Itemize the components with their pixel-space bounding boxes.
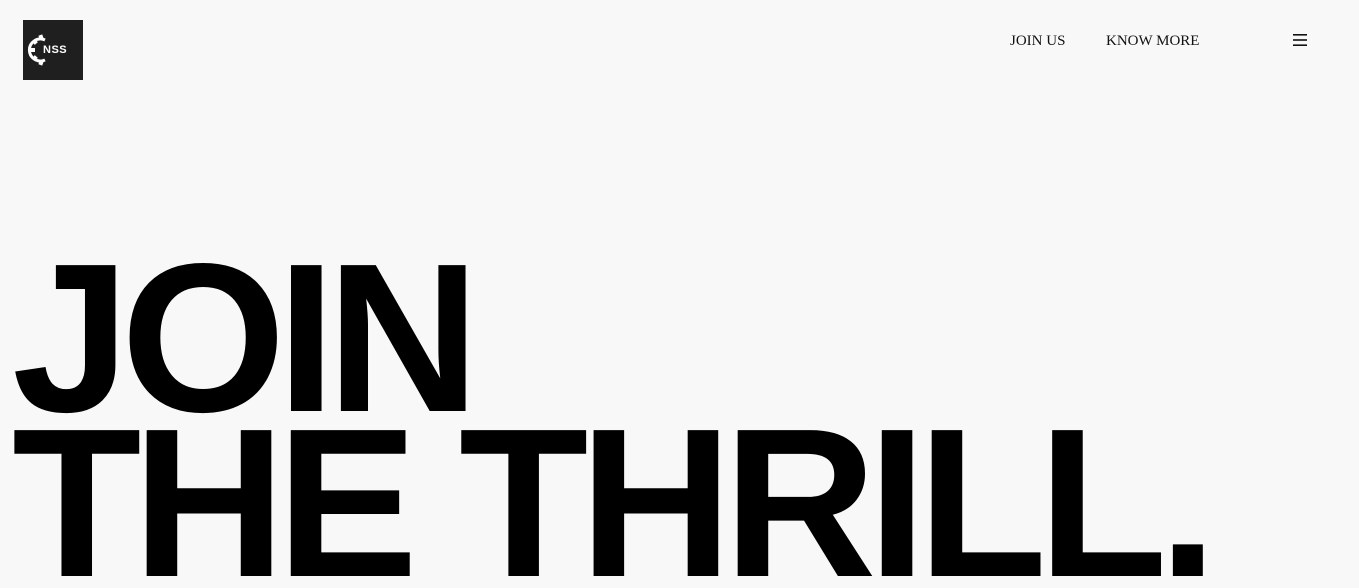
hamburger-icon [1293,34,1307,46]
nav-join-us-link[interactable]: JOIN US [1010,31,1065,51]
nav-know-more-link[interactable]: KNOW MORE [1106,31,1199,51]
hero-heading: JOIN THE THRILL. [12,232,1217,588]
hero-line-2: THE THRILL. [12,384,1217,588]
site-logo[interactable]: NSS [23,20,83,80]
menu-button[interactable] [1289,29,1311,51]
logo-text: NSS [43,44,68,56]
